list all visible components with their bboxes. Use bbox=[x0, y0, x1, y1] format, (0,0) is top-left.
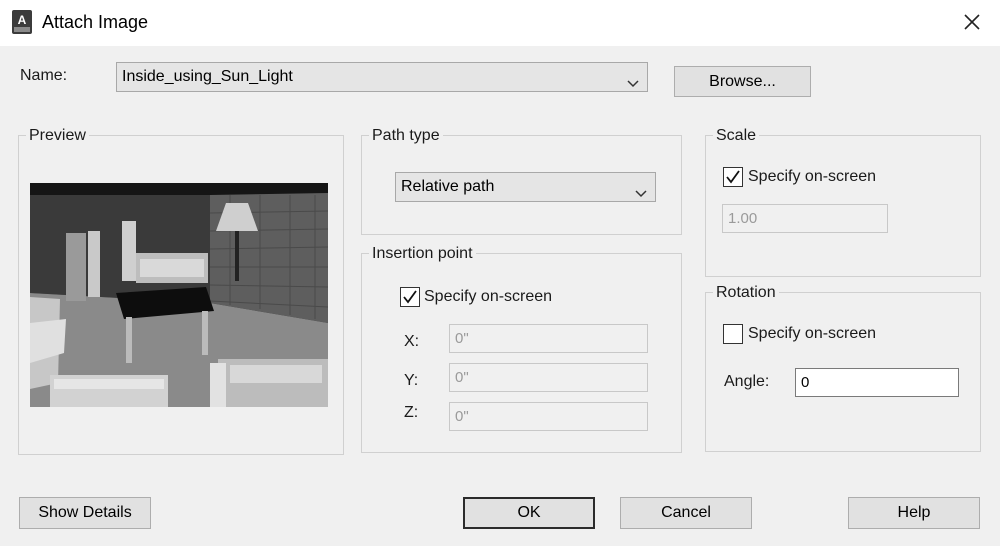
name-value: Inside_using_Sun_Light bbox=[122, 68, 293, 85]
path-type-combobox[interactable]: Relative path bbox=[395, 172, 656, 202]
name-label: Name: bbox=[20, 67, 68, 84]
window-title: Attach Image bbox=[42, 12, 149, 32]
chevron-down-icon bbox=[627, 71, 639, 88]
scale-specify-label: Specify on-screen bbox=[748, 168, 877, 185]
preview-title: Preview bbox=[26, 127, 89, 145]
path-type-value: Relative path bbox=[401, 178, 495, 195]
checkmark-icon bbox=[726, 170, 740, 184]
scale-title: Scale bbox=[713, 127, 760, 145]
autocad-app-icon: A bbox=[12, 10, 32, 34]
angle-label: Angle: bbox=[724, 373, 770, 390]
checkmark-icon bbox=[403, 290, 417, 304]
preview-image bbox=[30, 183, 328, 407]
title-bar bbox=[0, 0, 1000, 46]
z-label: Z: bbox=[404, 404, 419, 421]
scale-specify-checkbox[interactable] bbox=[723, 167, 743, 187]
name-combobox[interactable]: Inside_using_Sun_Light bbox=[116, 62, 648, 92]
insertion-specify-label: Specify on-screen bbox=[424, 288, 553, 305]
insertion-specify-checkbox[interactable] bbox=[400, 287, 420, 307]
rotation-title: Rotation bbox=[713, 284, 779, 302]
show-details-button[interactable]: Show Details bbox=[19, 497, 151, 529]
path-type-title: Path type bbox=[369, 127, 443, 145]
help-button[interactable]: Help bbox=[848, 497, 980, 529]
chevron-down-icon bbox=[635, 181, 647, 198]
svg-text:A: A bbox=[18, 13, 27, 27]
y-field[interactable]: 0" bbox=[449, 363, 648, 392]
insertion-point-title: Insertion point bbox=[369, 245, 476, 263]
browse-button[interactable]: Browse... bbox=[674, 66, 811, 97]
x-field[interactable]: 0" bbox=[449, 324, 648, 353]
scale-field[interactable]: 1.00 bbox=[722, 204, 888, 233]
cancel-button[interactable]: Cancel bbox=[620, 497, 752, 529]
ok-button[interactable]: OK bbox=[463, 497, 595, 529]
x-label: X: bbox=[404, 333, 420, 350]
z-field[interactable]: 0" bbox=[449, 402, 648, 431]
rotation-specify-label: Specify on-screen bbox=[748, 325, 877, 342]
close-icon[interactable] bbox=[960, 10, 984, 34]
rotation-specify-checkbox[interactable] bbox=[723, 324, 743, 344]
angle-field[interactable]: 0 bbox=[795, 368, 959, 397]
y-label: Y: bbox=[404, 372, 419, 389]
